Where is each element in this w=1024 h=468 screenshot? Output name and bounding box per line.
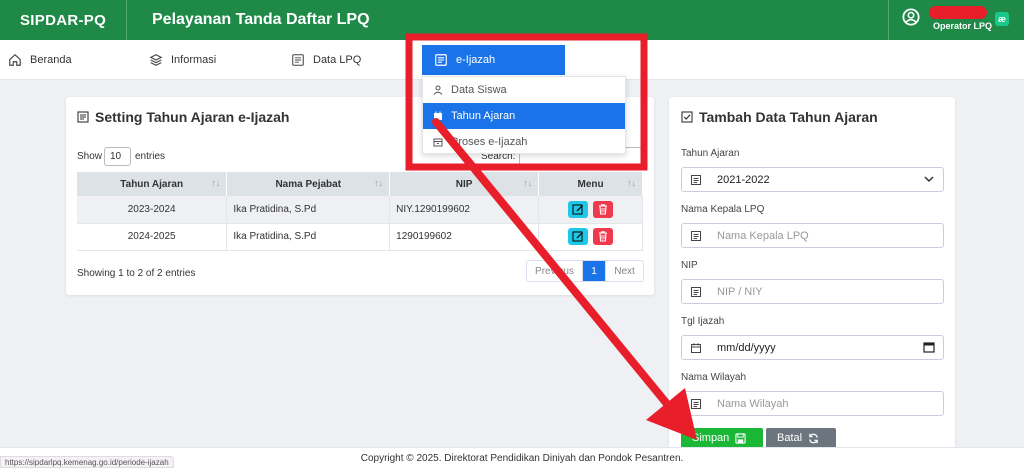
user-role: Operator LPQ — [933, 21, 993, 31]
calendar-icon — [434, 111, 442, 120]
wilayah-input[interactable]: Nama Wilayah — [681, 391, 944, 416]
show-label: Show — [77, 151, 103, 162]
e-ijazah-dropdown: Data Siswa Tahun Ajaran Proses e-Ijazah — [422, 76, 626, 154]
app-title: Pelayanan Tanda Daftar LPQ — [152, 11, 370, 28]
nav-item-informasi[interactable]: Informasi — [149, 40, 216, 80]
person-icon — [433, 85, 443, 95]
list-icon — [691, 286, 701, 297]
cancel-button[interactable]: Batal — [766, 428, 836, 448]
list-icon — [691, 174, 701, 185]
cell-nip: 1290199602 — [389, 223, 540, 251]
nip-label: NIP — [681, 260, 698, 271]
edit-button[interactable] — [568, 200, 589, 218]
page-length-select[interactable]: 10 — [104, 147, 131, 166]
brand-name[interactable]: SIPDAR-PQ — [0, 0, 127, 40]
kepala-lpq-input[interactable]: Nama Kepala LPQ — [681, 223, 944, 248]
column-header-nip[interactable]: NIP ↑↓ — [389, 172, 540, 196]
nip-input[interactable]: NIP / NIY — [681, 279, 944, 304]
pagination: Previous 1 Next — [526, 260, 644, 282]
cell-menu — [538, 196, 643, 224]
column-header-menu[interactable]: Menu ↑↓ — [538, 172, 643, 196]
refresh-icon — [809, 433, 818, 443]
delete-button[interactable] — [592, 228, 613, 245]
menu-item-data-siswa[interactable]: Data Siswa — [423, 77, 625, 103]
tahun-ajaran-label: Tahun Ajaran — [681, 148, 740, 159]
settings-title: Setting Tahun Ajaran e-Ijazah — [77, 109, 289, 125]
edit-button[interactable] — [568, 228, 589, 245]
floppy-disk-icon — [735, 432, 746, 444]
nav-item-data-lpq[interactable]: Data LPQ — [291, 40, 361, 80]
showing-entries-info: Showing 1 to 2 of 2 entries — [77, 268, 196, 279]
redacted-username — [929, 6, 987, 19]
top-bar: SIPDAR-PQ Pelayanan Tanda Daftar LPQ Ope… — [0, 0, 1024, 40]
edit-icon — [572, 231, 584, 242]
document-icon — [292, 54, 304, 66]
archive-icon — [433, 138, 443, 147]
kepala-lpq-placeholder: Nama Kepala LPQ — [717, 230, 809, 242]
layers-icon — [149, 54, 163, 66]
document-icon — [435, 54, 447, 66]
nav-item-e-ijazah[interactable]: e-Ijazah — [422, 45, 565, 75]
tgl-ijazah-input[interactable]: mm/dd/yyyy — [681, 335, 944, 360]
table-row: 2024-2025 Ika Pratidina, S.Pd 1290199602 — [77, 223, 643, 251]
kepala-lpq-label: Nama Kepala LPQ — [681, 204, 765, 215]
sort-icon: ↑↓ — [374, 178, 384, 188]
form-title: Tambah Data Tahun Ajaran — [681, 109, 878, 125]
nav-item-beranda[interactable]: Beranda — [8, 40, 72, 80]
list-icon — [77, 111, 89, 123]
sort-icon: ↑↓ — [211, 178, 221, 188]
checkbox-icon — [681, 111, 693, 123]
nav-item-label: Informasi — [171, 54, 217, 66]
cell-tahun: 2023-2024 — [77, 196, 228, 224]
home-icon — [9, 53, 21, 66]
list-icon — [691, 230, 701, 241]
tahun-ajaran-value: 2021-2022 — [717, 174, 770, 186]
column-header-tahun[interactable]: Tahun Ajaran ↑↓ — [77, 172, 228, 196]
cell-menu — [538, 223, 643, 251]
status-bar-url: https://sipdarlpq.kemenag.go.id/periode-… — [0, 456, 174, 468]
sort-icon: ↑↓ — [523, 178, 533, 188]
tgl-ijazah-placeholder: mm/dd/yyyy — [717, 342, 776, 354]
nav-item-label: Data LPQ — [313, 54, 362, 66]
column-header-pejabat[interactable]: Nama Pejabat ↑↓ — [226, 172, 391, 196]
pagination-previous[interactable]: Previous — [527, 261, 583, 281]
cell-tahun: 2024-2025 — [77, 223, 228, 251]
nav-item-label: Beranda — [30, 54, 72, 66]
app-badge-icon: æ — [995, 12, 1009, 26]
save-button[interactable]: Simpan — [681, 428, 763, 448]
tahun-ajaran-select[interactable]: 2021-2022 — [681, 167, 944, 192]
user-menu[interactable]: Operator LPQ æ — [888, 0, 1024, 40]
pagination-next[interactable]: Next — [605, 261, 643, 281]
cell-nip: NIY.1290199602 — [389, 196, 540, 224]
chevron-down-icon — [924, 176, 934, 183]
sort-icon: ↑↓ — [627, 178, 636, 188]
table-row: 2023-2024 Ika Pratidina, S.Pd NIY.129019… — [77, 196, 643, 224]
trash-icon — [598, 204, 607, 215]
wilayah-placeholder: Nama Wilayah — [717, 398, 789, 410]
delete-button[interactable] — [592, 200, 613, 218]
user-circle-icon[interactable] — [902, 8, 920, 26]
wilayah-label: Nama Wilayah — [681, 372, 747, 383]
date-picker-icon[interactable] — [923, 341, 935, 353]
edit-icon — [572, 204, 584, 215]
cell-pejabat: Ika Pratidina, S.Pd — [226, 196, 391, 224]
pagination-page-1[interactable]: 1 — [583, 261, 605, 281]
list-icon — [691, 398, 701, 409]
tahun-ajaran-table: Tahun Ajaran ↑↓ Nama Pejabat ↑↓ NIP ↑↓ Menu… — [77, 172, 643, 251]
trash-icon — [598, 231, 607, 242]
entries-label: entries — [135, 151, 166, 162]
nip-placeholder: NIP / NIY — [717, 286, 763, 298]
menu-item-proses-e-ijazah[interactable]: Proses e-Ijazah — [423, 129, 625, 155]
menu-item-tahun-ajaran[interactable]: Tahun Ajaran — [423, 103, 625, 129]
cell-pejabat: Ika Pratidina, S.Pd — [226, 223, 391, 251]
tgl-ijazah-label: Tgl Ijazah — [681, 316, 725, 327]
calendar-icon — [691, 342, 701, 353]
